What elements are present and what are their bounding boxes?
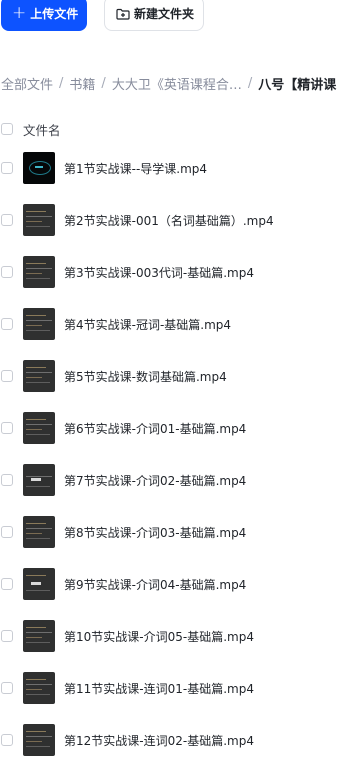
file-name[interactable]: 第10节实战课-介词05-基础篇.mp4 [64, 628, 254, 645]
file-row[interactable]: 第8节实战课-介词03-基础篇.mp4 [0, 506, 354, 558]
file-name[interactable]: 第9节实战课-介词04-基础篇.mp4 [64, 576, 246, 593]
video-thumbnail [23, 204, 55, 236]
file-name[interactable]: 第5节实战课-数词基础篇.mp4 [64, 368, 227, 385]
video-thumbnail [23, 724, 55, 756]
file-checkbox[interactable] [1, 630, 13, 642]
file-name[interactable]: 第8节实战课-介词03-基础篇.mp4 [64, 524, 246, 541]
breadcrumb-item-course-collection[interactable]: 大大卫《英语课程合… [112, 74, 242, 93]
list-header: 文件名 [0, 119, 354, 139]
new-folder-button-label: 新建文件夹 [134, 7, 195, 21]
folder-plus-icon [116, 8, 130, 20]
file-name[interactable]: 第2节实战课-001（名词基础篇）.mp4 [64, 212, 274, 229]
file-row[interactable]: 第12节实战课-连词02-基础篇.mp4 [0, 714, 354, 766]
file-row[interactable]: 第5节实战课-数词基础篇.mp4 [0, 350, 354, 402]
file-row[interactable]: 第1节实战课--导学课.mp4 [0, 142, 354, 194]
video-thumbnail [23, 568, 55, 600]
video-thumbnail [23, 308, 55, 340]
file-checkbox[interactable] [1, 370, 13, 382]
file-row[interactable]: 第2节实战课-001（名词基础篇）.mp4 [0, 194, 354, 246]
file-checkbox[interactable] [1, 162, 13, 174]
new-folder-button[interactable]: 新建文件夹 [104, 0, 204, 31]
breadcrumb-separator: / [59, 75, 64, 91]
upload-button-label: 上传文件 [30, 7, 79, 21]
select-all-checkbox[interactable] [1, 123, 13, 135]
file-name[interactable]: 第11节实战课-连词01-基础篇.mp4 [64, 680, 254, 697]
file-checkbox[interactable] [1, 526, 13, 538]
toolbar: + 上传文件 新建文件夹 [0, 0, 354, 36]
file-list: 第1节实战课--导学课.mp4 第2节实战课-001（名词基础篇）.mp4 第3… [0, 142, 354, 766]
file-name[interactable]: 第12节实战课-连词02-基础篇.mp4 [64, 732, 254, 749]
breadcrumb: 全部文件 / 书籍 / 大大卫《英语课程合… / 八号【精讲课 [1, 74, 354, 93]
file-row[interactable]: 第9节实战课-介词04-基础篇.mp4 [0, 558, 354, 610]
column-header-filename: 文件名 [23, 122, 61, 138]
file-row[interactable]: 第6节实战课-介词01-基础篇.mp4 [0, 402, 354, 454]
file-checkbox[interactable] [1, 578, 13, 590]
breadcrumb-item-current: 八号【精讲课 [258, 77, 337, 93]
file-name[interactable]: 第7节实战课-介词02-基础篇.mp4 [64, 472, 246, 489]
file-name[interactable]: 第4节实战课-冠词-基础篇.mp4 [64, 316, 231, 333]
breadcrumb-separator: / [101, 75, 106, 91]
file-checkbox[interactable] [1, 214, 13, 226]
file-name[interactable]: 第3节实战课-003代词-基础篇.mp4 [64, 264, 254, 281]
file-checkbox[interactable] [1, 474, 13, 486]
file-row[interactable]: 第4节实战课-冠词-基础篇.mp4 [0, 298, 354, 350]
file-checkbox[interactable] [1, 318, 13, 330]
file-name[interactable]: 第1节实战课--导学课.mp4 [64, 160, 207, 177]
file-checkbox[interactable] [1, 734, 13, 746]
file-checkbox[interactable] [1, 422, 13, 434]
file-checkbox[interactable] [1, 682, 13, 694]
video-thumbnail [23, 672, 55, 704]
file-checkbox[interactable] [1, 266, 13, 278]
upload-button[interactable]: + 上传文件 [1, 0, 87, 31]
breadcrumb-separator: / [247, 75, 253, 91]
video-thumbnail [23, 516, 55, 548]
plus-icon: + [12, 3, 27, 23]
video-thumbnail [23, 152, 55, 184]
file-row[interactable]: 第11节实战课-连词01-基础篇.mp4 [0, 662, 354, 714]
video-thumbnail [23, 256, 55, 288]
video-thumbnail [23, 620, 55, 652]
file-name[interactable]: 第6节实战课-介词01-基础篇.mp4 [64, 420, 246, 437]
file-row[interactable]: 第10节实战课-介词05-基础篇.mp4 [0, 610, 354, 662]
video-thumbnail [23, 360, 55, 392]
video-thumbnail [23, 412, 55, 444]
video-thumbnail [23, 464, 55, 496]
breadcrumb-item-books[interactable]: 书籍 [69, 74, 95, 93]
file-row[interactable]: 第3节实战课-003代词-基础篇.mp4 [0, 246, 354, 298]
breadcrumb-item-all-files[interactable]: 全部文件 [1, 74, 53, 93]
file-row[interactable]: 第7节实战课-介词02-基础篇.mp4 [0, 454, 354, 506]
